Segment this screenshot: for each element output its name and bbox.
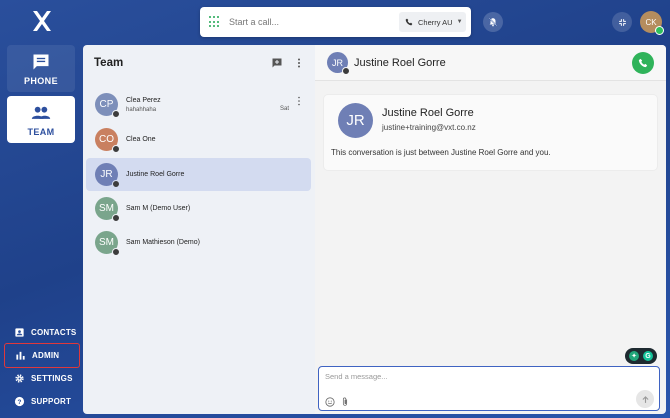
avatar-initials: JR	[346, 112, 365, 129]
collapse-icon	[618, 18, 626, 26]
avatar: CO	[95, 128, 120, 153]
avatar-initials: CO	[99, 134, 114, 145]
more-vertical-icon[interactable]	[293, 57, 305, 69]
status-dot	[112, 145, 120, 153]
team-panel-header: Team	[83, 45, 315, 81]
line-select[interactable]: Cherry AU ▼	[399, 12, 466, 32]
nav-contacts[interactable]: CONTACTS	[4, 321, 80, 343]
conversation-panel: JR Justine Roel Gorre JR Justine Roel Go…	[315, 45, 666, 414]
online-status-dot	[655, 26, 664, 35]
status-dot	[112, 180, 120, 188]
contact-row-sam-m[interactable]: SM Sam M (Demo User)	[86, 192, 311, 225]
grammarly-icon: G	[643, 351, 653, 361]
avatar: JR	[95, 163, 120, 188]
avatar-initials: JR	[100, 169, 113, 180]
nav-settings-label: SETTINGS	[31, 373, 73, 383]
nav-phone-label: PHONE	[23, 75, 58, 86]
start-call-bar: Cherry AU ▼	[200, 7, 471, 37]
arrow-up-icon	[642, 395, 648, 403]
contact-name: Sam M (Demo User)	[126, 205, 191, 212]
nav-contacts-label: CONTACTS	[31, 327, 77, 337]
phone-icon	[405, 18, 413, 26]
intro-note: This conversation is just between Justin…	[331, 148, 551, 157]
message-composer	[318, 366, 660, 411]
contact-name: Clea Perez	[126, 96, 161, 104]
more-vertical-icon[interactable]	[295, 96, 303, 106]
conversation-title: Justine Roel Gorre	[354, 56, 446, 69]
start-call-input[interactable]	[229, 17, 389, 27]
user-avatar[interactable]: CK	[640, 11, 664, 35]
line-select-label: Cherry AU	[418, 17, 453, 27]
dialpad-icon[interactable]	[209, 16, 219, 28]
contact-row-sam-mathieson[interactable]: SM Sam Mathieson (Demo)	[86, 226, 311, 259]
bar-chart-icon	[16, 351, 25, 360]
bell-off-icon	[488, 17, 498, 27]
phone-icon	[638, 58, 648, 67]
conversation-intro-card: JR Justine Roel Gorre justine+training@v…	[324, 95, 657, 170]
people-icon	[31, 106, 51, 119]
gear-icon	[15, 373, 24, 383]
paperclip-icon[interactable]	[340, 397, 350, 407]
avatar: SM	[95, 231, 120, 256]
avatar-initials: CP	[99, 99, 114, 110]
contact-name: Sam Mathieson (Demo)	[126, 239, 200, 246]
team-title: Team	[94, 57, 124, 69]
status-dot	[112, 214, 120, 222]
vxt-logo[interactable]	[30, 9, 54, 33]
contact-row-clea-one[interactable]: CO Clea One	[86, 123, 311, 156]
status-dot	[342, 67, 350, 75]
contact-name: Justine Roel Gorre	[126, 171, 185, 178]
send-button[interactable]	[636, 390, 654, 408]
nav-phone[interactable]: PHONE	[7, 45, 75, 92]
contacts-icon	[15, 327, 24, 337]
collapse-button[interactable]	[612, 12, 632, 32]
x-logo-icon	[33, 11, 51, 31]
message-icon	[33, 54, 49, 69]
call-button[interactable]	[632, 51, 654, 74]
nav-team[interactable]: TEAM	[7, 96, 75, 143]
avatar[interactable]: JR	[327, 52, 350, 75]
help-icon: ?	[14, 396, 25, 406]
grammarly-extension-button[interactable]: ✦ G	[625, 348, 657, 364]
emoji-icon[interactable]	[325, 397, 335, 407]
nav-settings[interactable]: SETTINGS	[4, 367, 80, 389]
message-time: Sat	[279, 106, 289, 112]
svg-text:?: ?	[17, 398, 21, 405]
avatar-initials: SM	[99, 203, 114, 214]
avatar: CP	[95, 93, 120, 118]
avatar-initials: JR	[332, 57, 343, 68]
nav-admin[interactable]: ADMIN	[4, 343, 80, 368]
team-panel: Team CP Clea Perez hahahhaha Sat CO Clea…	[83, 45, 315, 414]
contact-name: Clea One	[126, 136, 156, 143]
nav-support[interactable]: ? SUPPORT	[4, 390, 80, 412]
status-dot	[112, 248, 120, 256]
nav-team-label: TEAM	[27, 126, 55, 137]
new-chat-icon[interactable]	[271, 57, 283, 69]
caret-down-icon: ▼	[456, 19, 463, 25]
intro-email: justine+training@vxt.co.nz	[382, 123, 476, 132]
user-initials: CK	[645, 17, 657, 27]
sparkle-icon: ✦	[629, 351, 639, 361]
nav-admin-label: ADMIN	[32, 351, 60, 360]
status-dot	[112, 110, 120, 118]
message-input[interactable]	[325, 372, 625, 381]
avatar-initials: SM	[99, 237, 114, 248]
notifications-off-button[interactable]	[483, 12, 503, 32]
contact-row-clea-perez[interactable]: CP Clea Perez hahahhaha Sat	[86, 88, 311, 121]
conversation-header: JR Justine Roel Gorre	[315, 45, 666, 81]
contact-row-justine-roel-gorre[interactable]: JR Justine Roel Gorre	[86, 158, 311, 191]
avatar: JR	[338, 103, 373, 138]
avatar: SM	[95, 197, 120, 222]
intro-name: Justine Roel Gorre	[382, 107, 474, 119]
nav-support-label: SUPPORT	[31, 396, 72, 406]
